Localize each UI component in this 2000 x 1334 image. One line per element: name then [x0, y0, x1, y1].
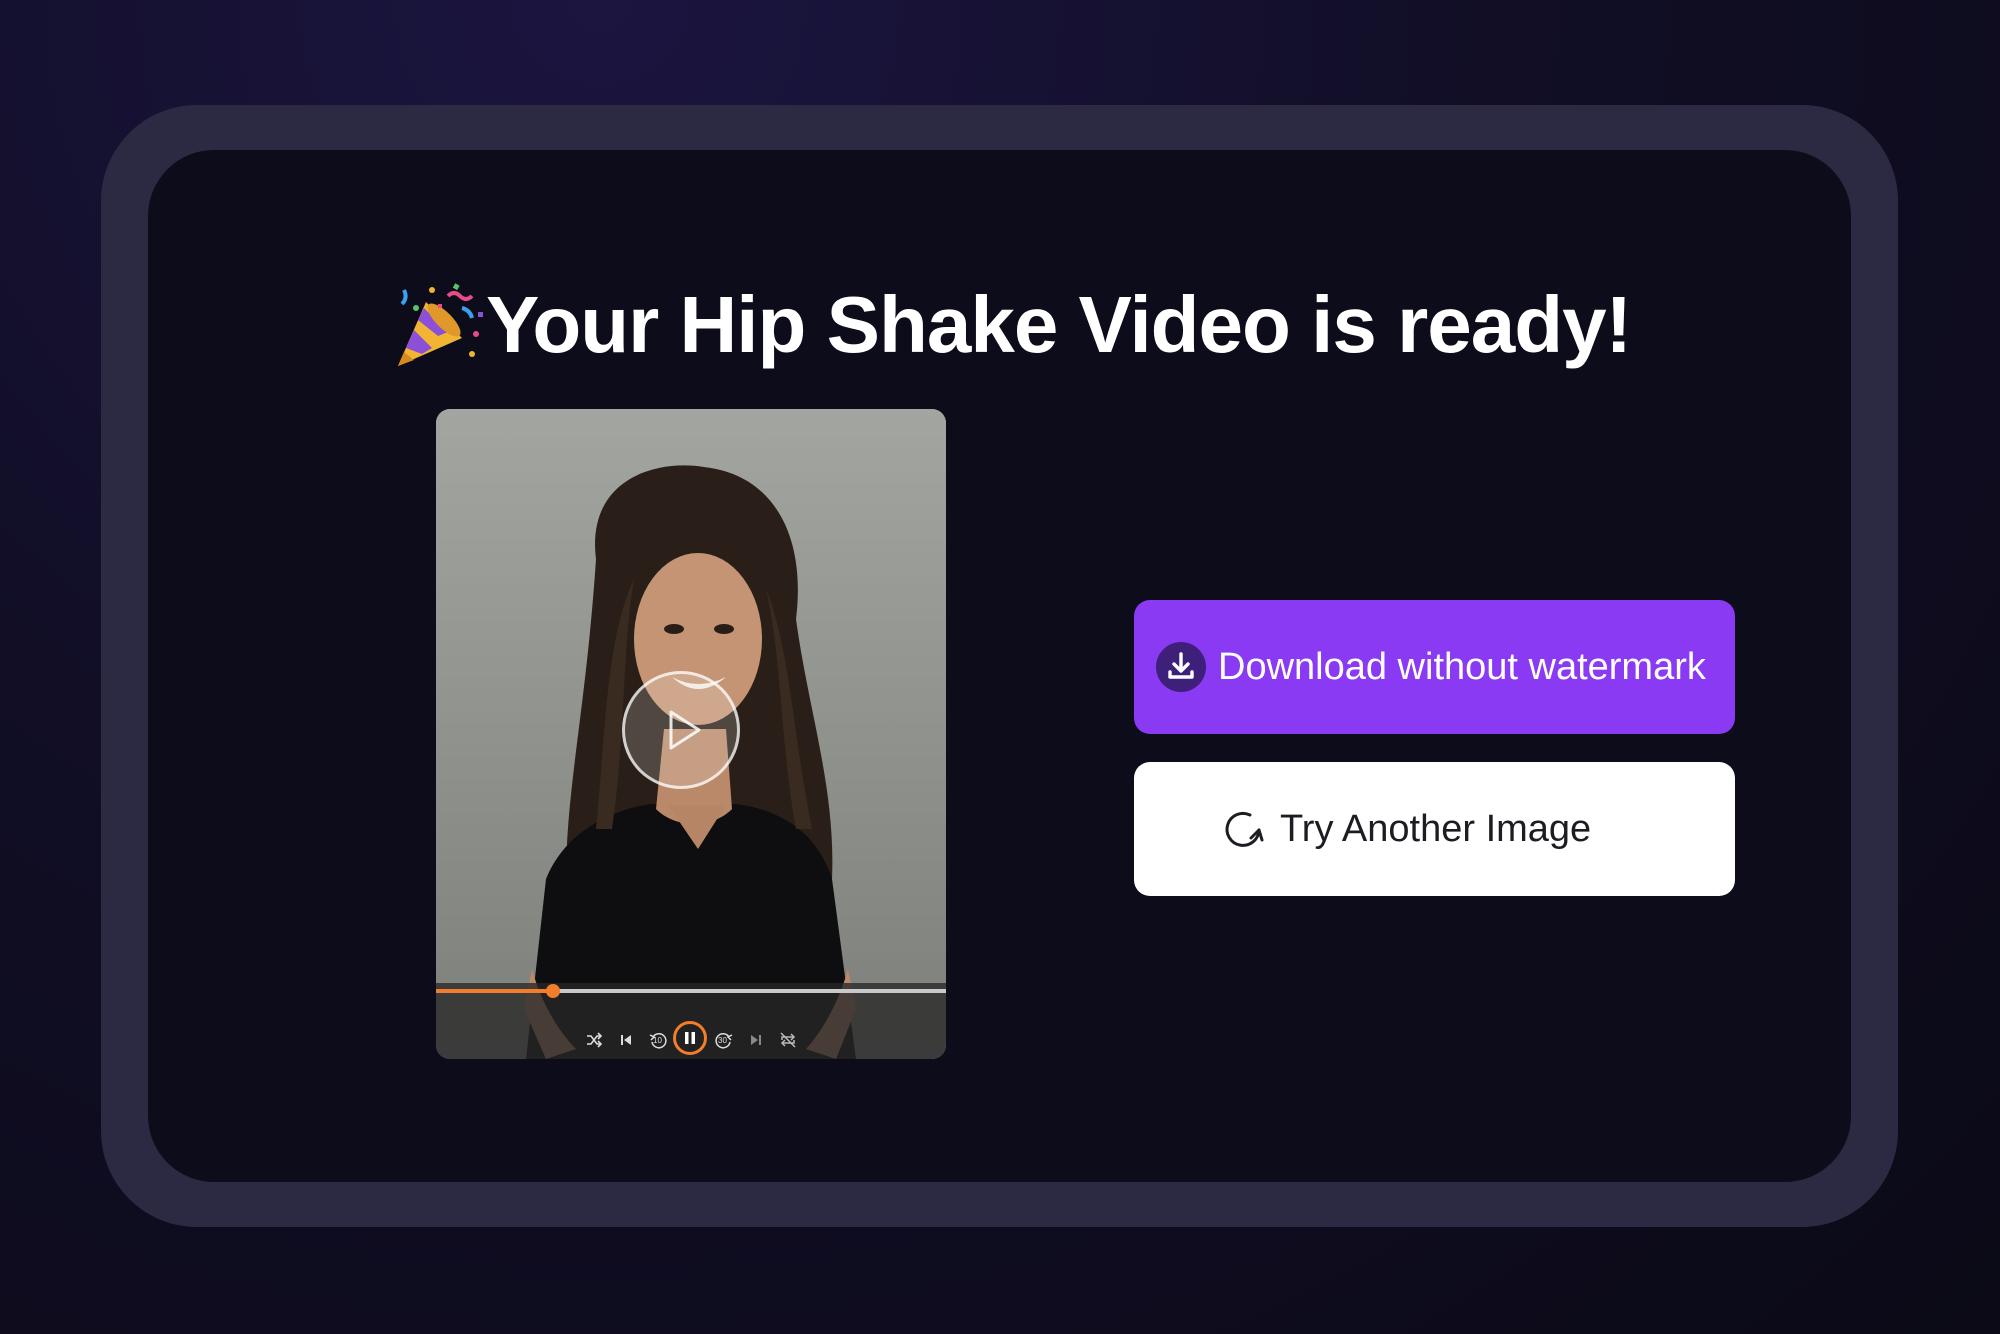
pause-icon: [685, 1032, 695, 1044]
shuffle-icon: [587, 1032, 603, 1048]
progress-fill: [436, 989, 554, 993]
video-player[interactable]: 10 30: [436, 409, 946, 1059]
try-another-label: Try Another Image: [1280, 807, 1592, 850]
skip-forward-icon: [751, 1035, 761, 1045]
skip-back-icon: [621, 1035, 631, 1045]
refresh-icon: [1218, 804, 1268, 854]
try-another-image-button[interactable]: Try Another Image: [1134, 762, 1735, 896]
progress-bar[interactable]: [436, 984, 946, 998]
download-button[interactable]: Download without watermark: [1134, 600, 1735, 734]
play-icon: [669, 710, 701, 750]
pause-button[interactable]: [673, 1021, 707, 1055]
play-button[interactable]: [622, 671, 740, 789]
skip-forward-button[interactable]: [744, 1028, 768, 1052]
skip-back-button[interactable]: [614, 1028, 638, 1052]
repeat-button[interactable]: [776, 1028, 800, 1052]
forward-label: 30: [718, 1036, 727, 1045]
page-title: Your Hip Shake Video is ready!: [392, 270, 1632, 380]
party-popper-icon: [392, 278, 486, 372]
download-label: Download without watermark: [1218, 645, 1706, 688]
download-icon: [1156, 642, 1206, 692]
repeat-off-icon: [780, 1032, 796, 1048]
headline-text: Your Hip Shake Video is ready!: [486, 280, 1632, 369]
rewind-button[interactable]: 10: [646, 1028, 670, 1052]
forward-button[interactable]: 30: [712, 1028, 736, 1052]
rewind-label: 10: [653, 1036, 662, 1045]
shuffle-button[interactable]: [582, 1028, 606, 1052]
